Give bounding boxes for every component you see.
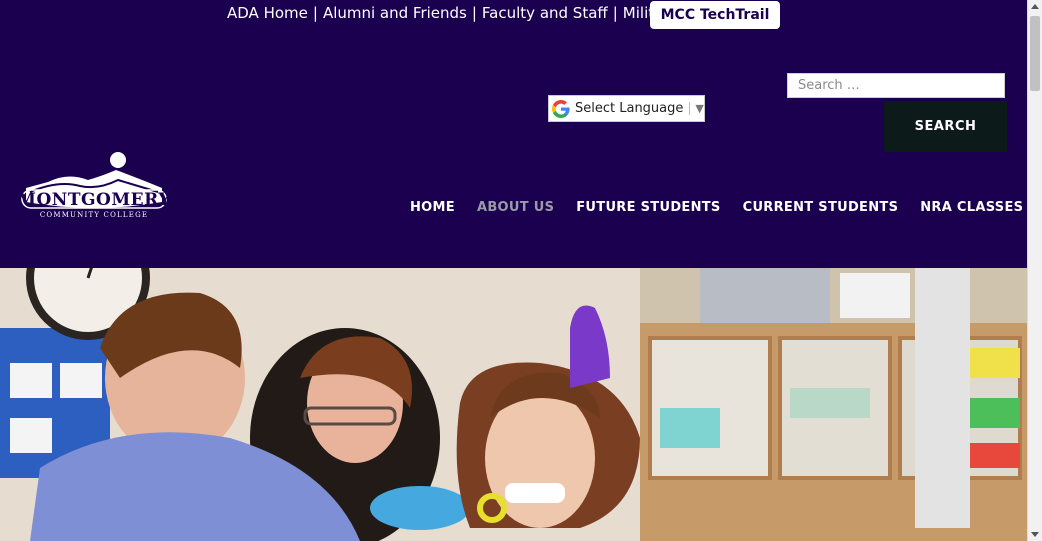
scroll-up-icon[interactable] [1031, 4, 1039, 9]
college-logo[interactable]: MONTGOMERY COMMUNITY COLLEGE [18, 150, 170, 220]
utility-links: ADA Home | Alumni and Friends | Faculty … [227, 4, 693, 22]
ada-home-link[interactable]: ADA Home [227, 4, 308, 22]
alumni-link[interactable]: Alumni and Friends [323, 4, 467, 22]
link-separator: | [312, 4, 318, 22]
link-separator: | [471, 4, 477, 22]
dropdown-caret-icon: ▼ [689, 102, 704, 115]
search-button[interactable]: SEARCH [884, 101, 1007, 152]
nav-nra-classes[interactable]: NRA CLASSES [920, 200, 1023, 215]
scrollbar-thumb[interactable] [1030, 16, 1040, 91]
page-scrollbar[interactable] [1027, 0, 1042, 541]
scroll-down-icon[interactable] [1031, 532, 1039, 537]
logo-tagline: COMMUNITY COLLEGE [40, 211, 148, 219]
language-label: Select Language [575, 101, 684, 116]
site-header: ADA Home | Alumni and Friends | Faculty … [0, 0, 1027, 268]
hero-image [0, 268, 1027, 541]
nav-current-students[interactable]: CURRENT STUDENTS [743, 200, 899, 215]
main-navigation: HOME ABOUT US FUTURE STUDENTS CURRENT ST… [410, 200, 1042, 215]
techtrail-button[interactable]: MCC TechTrail [650, 1, 780, 29]
nav-future-students[interactable]: FUTURE STUDENTS [576, 200, 720, 215]
language-selector[interactable]: Select Language ▼ [548, 95, 705, 122]
nav-about-us[interactable]: ABOUT US [477, 200, 554, 215]
dental-lab-photo [0, 268, 1027, 541]
link-separator: | [612, 4, 618, 22]
faculty-staff-link[interactable]: Faculty and Staff [482, 4, 608, 22]
nav-home[interactable]: HOME [410, 200, 455, 215]
search-input[interactable] [787, 73, 1005, 98]
logo-name: MONTGOMERY [18, 190, 170, 210]
google-icon [552, 99, 570, 118]
